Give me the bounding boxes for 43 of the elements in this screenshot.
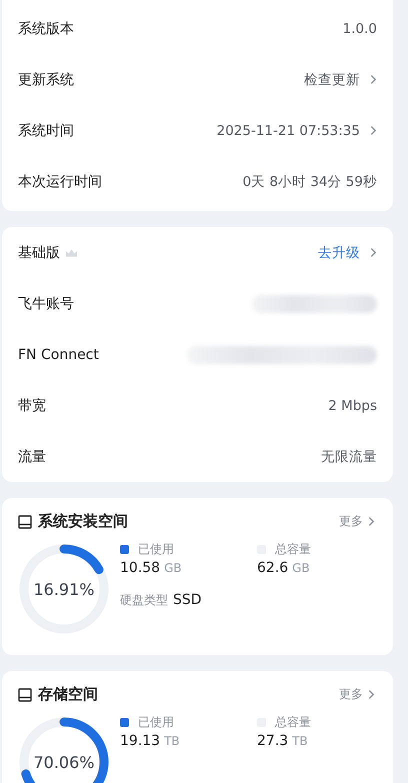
row-label: 系统时间 <box>18 122 74 140</box>
more-link[interactable]: 更多 <box>339 513 363 530</box>
legend-swatch <box>120 718 129 727</box>
unit-text: TB <box>164 734 180 748</box>
percent-text: 16.91% <box>33 580 94 598</box>
legend-label: 已使用 <box>138 714 174 731</box>
unit-text: TB <box>292 734 308 748</box>
row-value[interactable]: 检查更新 <box>304 70 360 88</box>
row-label: 带宽 <box>18 396 46 414</box>
row-label: 本次运行时间 <box>18 172 102 190</box>
info-value: SSD <box>173 592 202 608</box>
row-value[interactable]: 2025-11-21 07:53:35 <box>216 122 360 138</box>
info-label: 硬盘类型 <box>120 592 168 609</box>
unit-text: GB <box>292 561 310 575</box>
legend-swatch <box>120 545 129 554</box>
chevron-icon <box>368 689 375 700</box>
total-value: 27.3 <box>257 733 288 749</box>
more-link[interactable]: 更多 <box>339 686 363 703</box>
row-value: 0天 8小时 34分 59秒 <box>242 172 377 190</box>
crown-icon <box>65 248 78 258</box>
row-value: 1.0.0 <box>342 20 377 36</box>
row-label: 更新系统 <box>18 70 74 88</box>
unit-text: GB <box>164 561 182 575</box>
card-title: 系统安装空间 <box>38 512 128 531</box>
row-label: 基础版 <box>18 244 60 262</box>
row-value: 无限流量 <box>321 448 377 466</box>
percent-text: 70.06% <box>33 752 94 772</box>
legend-label: 总容量 <box>275 541 311 558</box>
chevron-icon <box>370 74 377 85</box>
chevron-icon <box>370 125 377 136</box>
row-label: 飞牛账号 <box>18 294 74 312</box>
legend-label: 总容量 <box>275 714 311 731</box>
chevron-icon <box>368 516 375 527</box>
legend-label: 已使用 <box>138 541 174 558</box>
row-value: 2 Mbps <box>328 398 377 414</box>
row-label: 系统版本 <box>18 20 74 38</box>
row-label: FN Connect <box>18 346 99 362</box>
total-value: 62.6 <box>257 560 288 576</box>
card-title: 存储空间 <box>38 685 98 704</box>
used-value: 10.58 <box>120 560 160 576</box>
row-label: 流量 <box>18 448 46 466</box>
upgrade-link[interactable]: 去升级 <box>318 244 360 262</box>
used-value: 19.13 <box>120 733 160 749</box>
